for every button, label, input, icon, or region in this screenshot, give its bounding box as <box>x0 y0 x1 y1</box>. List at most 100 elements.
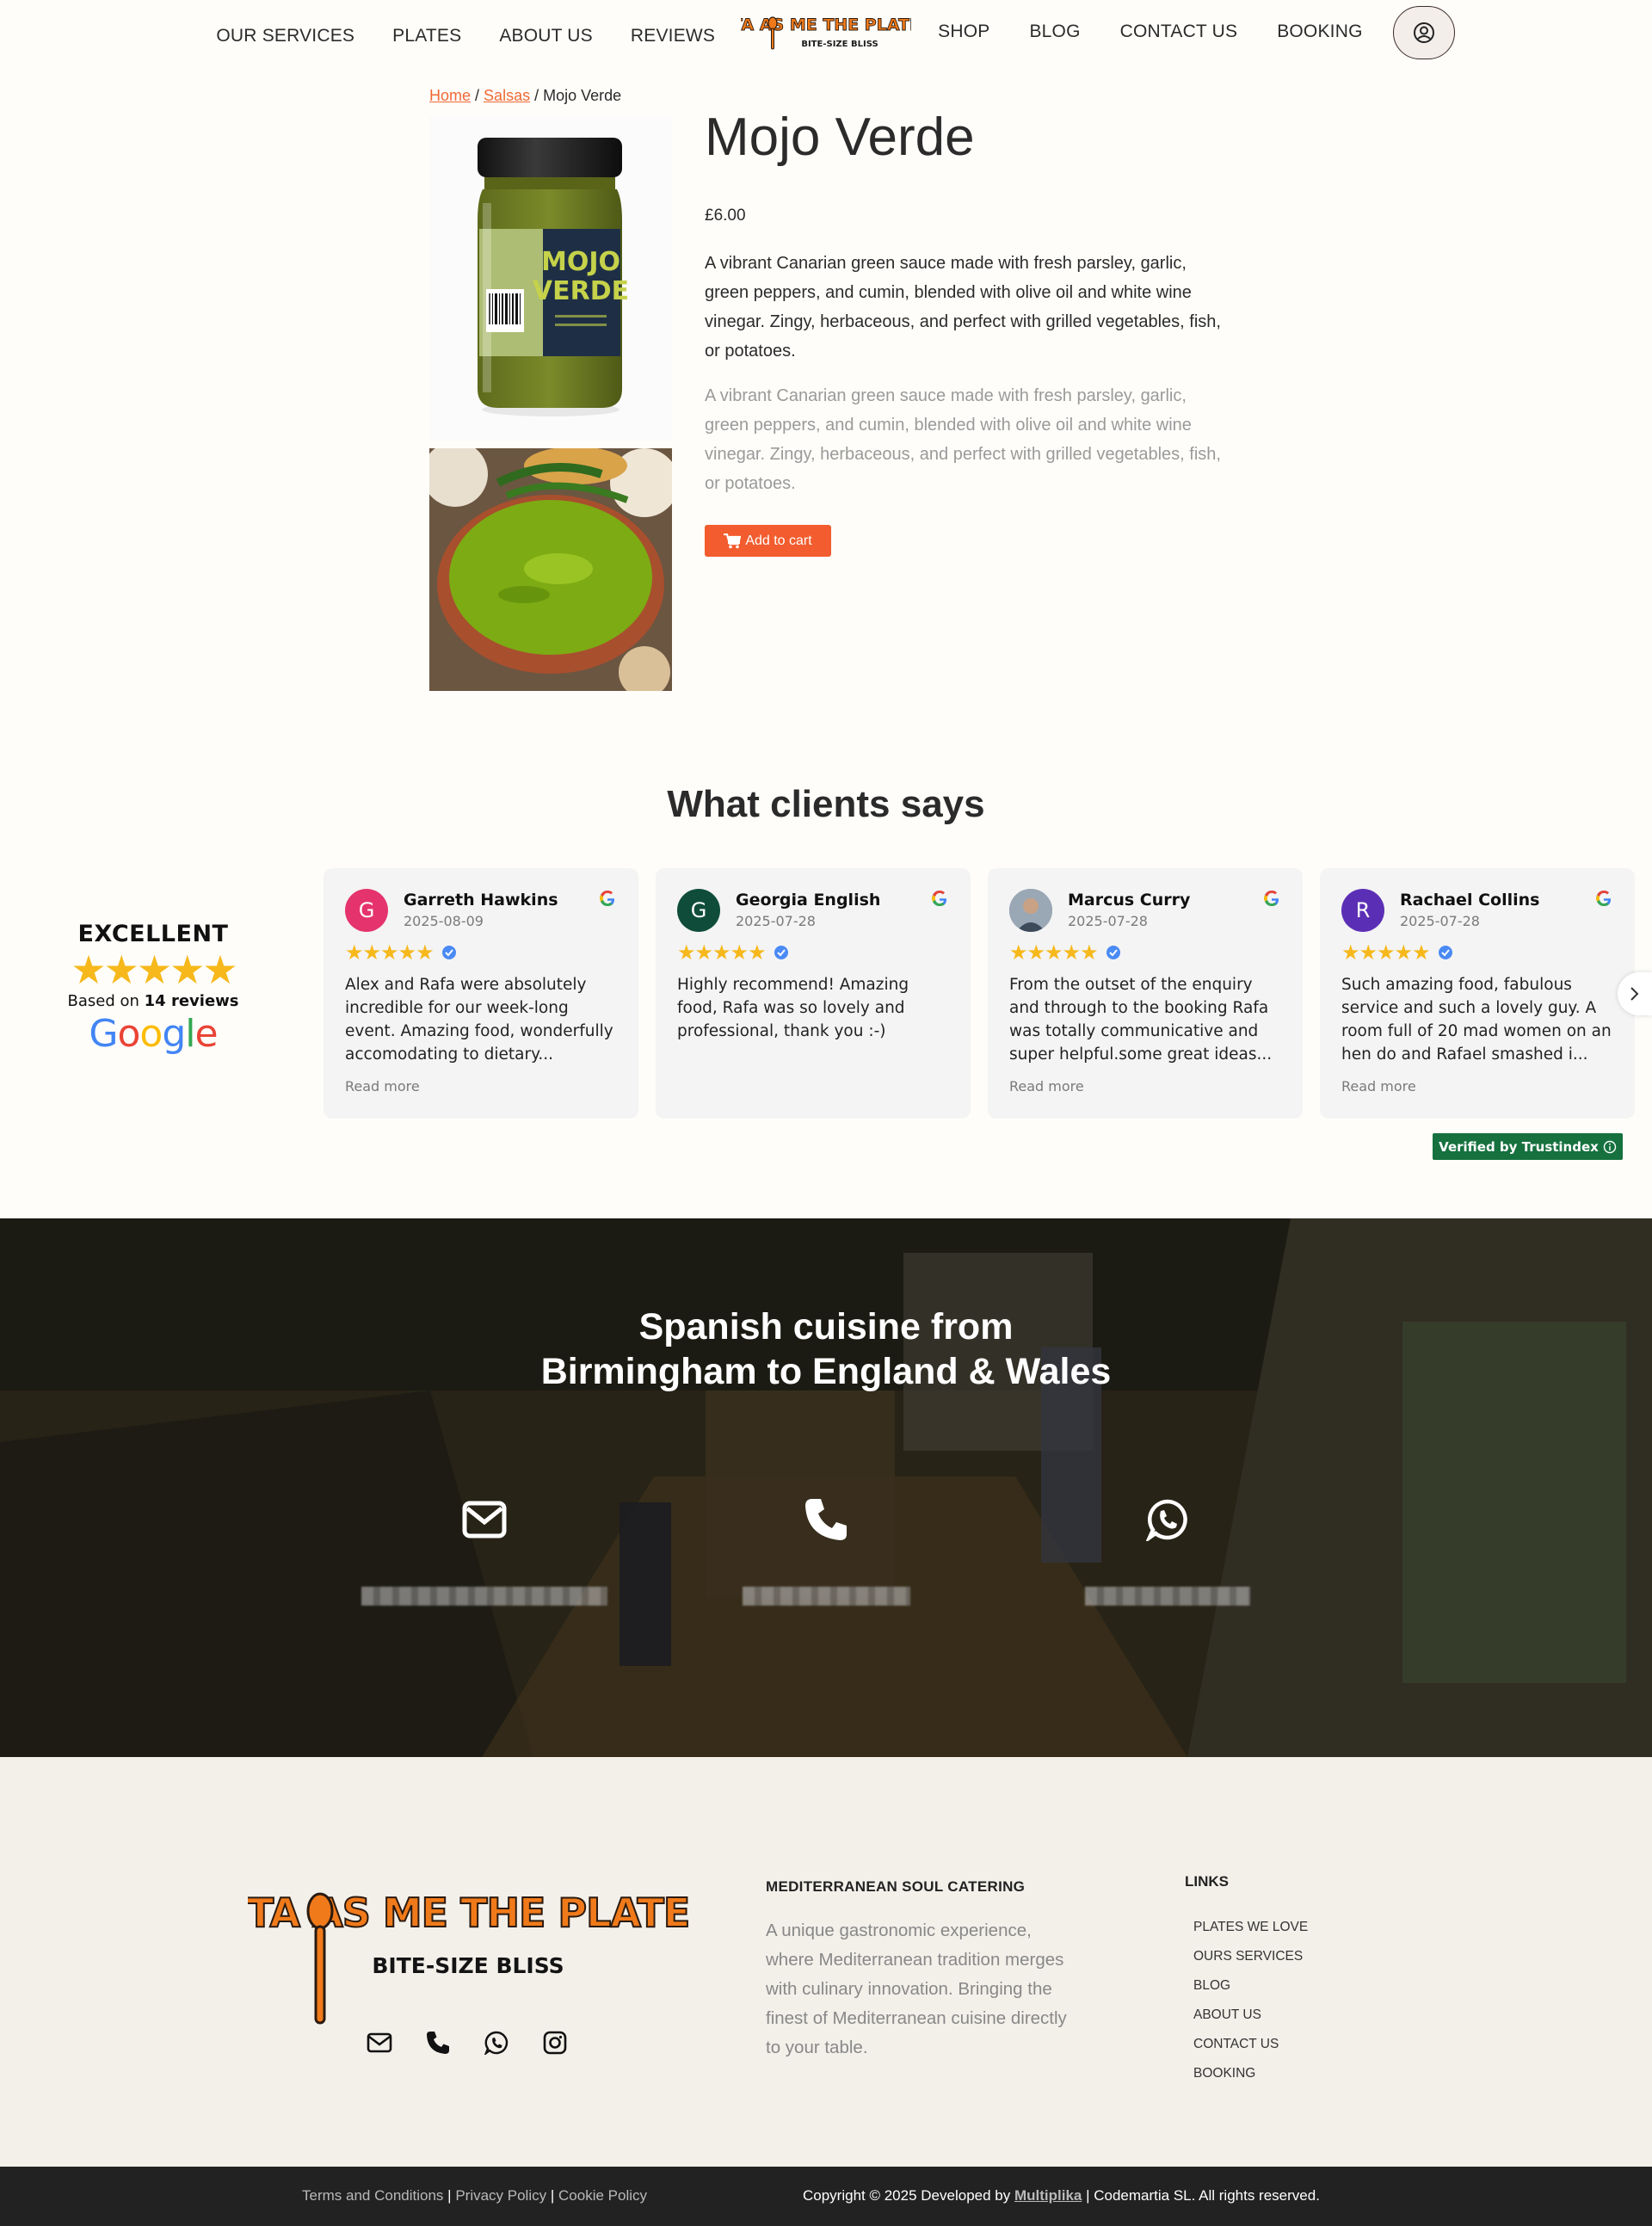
breadcrumb-home[interactable]: Home <box>429 87 471 104</box>
nav-contact-us[interactable]: CONTACT US <box>1120 22 1238 42</box>
breadcrumb-current: Mojo Verde <box>543 87 622 104</box>
svg-text:TA AS ME THE PLATE: TA AS ME THE PLATE <box>741 15 911 34</box>
copyright-prefix: Copyright © 2025 Developed by <box>803 2187 1011 2204</box>
rating-review-count[interactable]: 14 reviews <box>145 992 239 1010</box>
footer-logo[interactable]: TA AS ME THE PLATE BITE-SIZE BLISS <box>248 1871 688 2030</box>
envelope-icon <box>462 1501 507 1538</box>
contact-banner: Spanish cuisine from Birmingham to Engla… <box>0 1218 1652 1757</box>
privacy-link[interactable]: Privacy Policy <box>455 2187 546 2204</box>
footer-whatsapp-link[interactable] <box>483 2029 510 2056</box>
account-button[interactable] <box>1392 6 1455 59</box>
avatar-photo <box>1009 889 1052 932</box>
whatsapp-icon <box>484 2031 509 2055</box>
legal-separator: | <box>447 2187 452 2204</box>
rating-word: EXCELLENT <box>77 921 229 947</box>
review-text: Alex and Rafa were absolutely incredible… <box>345 976 613 1064</box>
read-more-link[interactable]: Read more <box>1009 1078 1281 1095</box>
nav-left: OUR SERVICES PLATES ABOUT US REVIEWS <box>197 24 734 46</box>
review-date: 2025-07-28 <box>736 913 816 929</box>
nav-about-us[interactable]: ABOUT US <box>499 26 593 46</box>
review-date: 2025-07-28 <box>1068 913 1148 929</box>
google-g-icon <box>1264 891 1279 906</box>
product-price: £6.00 <box>705 207 746 225</box>
cookie-link[interactable]: Cookie Policy <box>558 2187 647 2204</box>
rating-based-prefix: Based on <box>67 992 139 1010</box>
product-description: A vibrant Canarian green sauce made with… <box>705 254 1221 361</box>
product-image-jar[interactable]: MOJO VERDE <box>429 117 672 441</box>
footer-phone-link[interactable] <box>424 2029 452 2056</box>
product-title: Mojo Verde <box>705 108 975 167</box>
nav-reviews[interactable]: REVIEWS <box>631 26 715 46</box>
avatar-initial: R <box>1355 898 1371 922</box>
avatar: G <box>345 889 388 932</box>
jar-label-bottom: VERDE <box>533 276 629 306</box>
nav-plates[interactable]: PLATES <box>392 26 461 46</box>
instagram-icon <box>543 2031 567 2055</box>
avatar-initial: G <box>690 898 707 922</box>
contact-email[interactable]: ████████████████████ <box>355 1494 613 1610</box>
footer-instagram-link[interactable] <box>541 2029 569 2056</box>
review-text: From the outset of the enquiry and throu… <box>1009 976 1273 1064</box>
footer-link-contact[interactable]: CONTACT US <box>1193 2030 1308 2059</box>
copyright: Copyright © 2025 Developed by Multiplika… <box>803 2187 1320 2204</box>
avatar: G <box>677 889 720 932</box>
header-logo[interactable]: TA AS ME THE PLATE BITE-SIZE BLISS <box>741 9 911 52</box>
footer-link-services[interactable]: OURS SERVICES <box>1193 1942 1308 1971</box>
rating-summary: EXCELLENT ★★★★★ Based on 14 reviews Goog… <box>52 921 255 1056</box>
site-footer: TA AS ME THE PLATE BITE-SIZE BLISS MEDIT… <box>0 1757 1652 2167</box>
reviews-heading: What clients says <box>667 783 985 825</box>
breadcrumb-category[interactable]: Salsas <box>484 87 530 104</box>
verified-label: Verified by Trustindex <box>1439 1138 1599 1155</box>
nav-blog[interactable]: BLOG <box>1029 22 1080 42</box>
review-date: 2025-08-09 <box>404 913 484 929</box>
contact-phone[interactable]: ██████████ <box>697 1494 955 1610</box>
product-image-bowl[interactable] <box>429 448 672 691</box>
contact-email-value[interactable]: ████████████████████ <box>361 1587 607 1606</box>
svg-text:BITE-SIZE BLISS: BITE-SIZE BLISS <box>801 40 878 49</box>
contact-phone-value[interactable]: ██████████ <box>742 1587 910 1606</box>
add-to-cart-button[interactable]: Add to cart <box>705 525 831 557</box>
developer-link[interactable]: Multiplika <box>1014 2187 1082 2204</box>
footer-link-blog[interactable]: BLOG <box>1193 1971 1308 2001</box>
user-circle-icon <box>1413 22 1434 43</box>
info-icon <box>1603 1140 1617 1153</box>
google-g-icon <box>1596 891 1612 906</box>
footer-link-plates[interactable]: PLATES WE LOVE <box>1193 1913 1308 1942</box>
contact-whatsapp-value[interactable]: ██████████ <box>1085 1587 1250 1606</box>
footer-link-about[interactable]: ABOUT US <box>1193 2001 1308 2030</box>
avatar: R <box>1341 889 1384 932</box>
jar-illustration: MOJO VERDE <box>478 138 629 416</box>
review-stars: ★★★★★ <box>677 940 767 965</box>
footer-about-text: A unique gastronomic experience, where M… <box>766 1921 1067 2057</box>
footer-email-link[interactable] <box>366 2029 393 2056</box>
review-text: Highly recommend! Amazing food, Rafa was… <box>677 976 909 1040</box>
reviewer-name: Marcus Curry <box>1068 891 1191 910</box>
trustindex-verified-badge[interactable]: Verified by Trustindex <box>1433 1133 1623 1160</box>
bottom-bar: Terms and Conditions | Privacy Policy | … <box>0 2167 1652 2226</box>
google-g-icon <box>600 891 615 906</box>
phone-icon <box>805 1499 847 1540</box>
nav-shop[interactable]: SHOP <box>938 22 989 42</box>
review-text: Such amazing food, fabulous service and … <box>1341 976 1612 1064</box>
reviewer-name: Georgia English <box>736 891 881 910</box>
verified-badge-icon <box>774 946 788 959</box>
rating-stars: ★★★★★ <box>71 947 237 992</box>
google-g-icon <box>932 891 947 906</box>
review-card: G Garreth Hawkins 2025-08-09 ★★★★★ Alex … <box>324 868 638 1119</box>
copyright-suffix: | Codemartia SL. All rights reserved. <box>1086 2187 1320 2204</box>
breadcrumb-separator: / <box>534 87 544 104</box>
banner-heading-line2: Birmingham to England & Wales <box>540 1351 1112 1392</box>
review-stars: ★★★★★ <box>1341 940 1431 965</box>
cart-icon <box>724 533 742 548</box>
footer-link-booking[interactable]: BOOKING <box>1193 2059 1308 2088</box>
nav-our-services[interactable]: OUR SERVICES <box>216 26 354 46</box>
contact-whatsapp[interactable]: ██████████ <box>1039 1494 1297 1610</box>
read-more-link[interactable]: Read more <box>345 1078 617 1095</box>
read-more-link[interactable]: Read more <box>1341 1078 1613 1095</box>
avatar <box>1009 889 1052 932</box>
nav-booking[interactable]: BOOKING <box>1277 22 1362 42</box>
review-card: Marcus Curry 2025-07-28 ★★★★★ From the o… <box>988 868 1303 1119</box>
terms-link[interactable]: Terms and Conditions <box>302 2187 443 2204</box>
reviewer-name: Rachael Collins <box>1400 891 1540 910</box>
product-description-short: A vibrant Canarian green sauce made with… <box>705 386 1221 493</box>
